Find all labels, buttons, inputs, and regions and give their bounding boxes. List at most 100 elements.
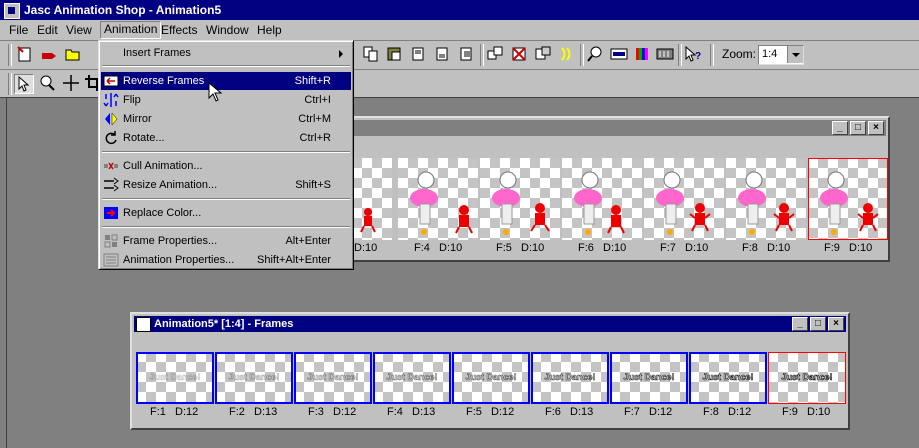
frames-window-top[interactable]: _ □ × D:10 F:4 D:10 F:5 D:10 F:6 D:10 F:… xyxy=(318,116,890,262)
view-animation-icon[interactable] xyxy=(610,45,628,63)
frame-thumbnail[interactable]: Just Dance! xyxy=(689,352,767,404)
frame-item[interactable]: Just Dance! F:8 D:12 xyxy=(689,352,767,426)
minimize-icon[interactable]: _ xyxy=(832,121,848,135)
menu-item-replace-color[interactable]: Replace Color... xyxy=(101,204,351,222)
menu-item-cull-animation[interactable]: Cull Animation... xyxy=(101,157,351,175)
menu-item-animation-properties[interactable]: Animation Properties... Shift+Alt+Enter xyxy=(101,251,351,269)
wizard-icon[interactable] xyxy=(40,45,58,63)
menu-item-rotate[interactable]: Rotate... Ctrl+R xyxy=(101,129,351,147)
frame-item[interactable]: Just Dance! F:1 D:12 xyxy=(136,352,214,426)
frame-item[interactable]: F:7 D:10 xyxy=(644,158,724,258)
document-icon[interactable] xyxy=(136,317,151,332)
text-effect-icon[interactable] xyxy=(558,45,576,63)
frame-item[interactable]: F:4 D:10 xyxy=(398,158,478,258)
menu-item-frame-properties[interactable]: Frame Properties... Alt+Enter xyxy=(101,232,351,250)
arrow-tool-icon[interactable] xyxy=(14,74,34,94)
menu-help[interactable]: Help xyxy=(254,23,285,37)
frame-item[interactable]: F:8 D:10 xyxy=(726,158,806,258)
frame-item[interactable]: Just Dance! F:7 D:12 xyxy=(610,352,688,426)
context-help-icon[interactable]: ? xyxy=(684,45,702,63)
chevron-down-icon[interactable] xyxy=(787,46,803,63)
paste-into-icon[interactable] xyxy=(458,45,476,63)
menu-file[interactable]: File xyxy=(6,23,31,37)
frame-thumbnail[interactable] xyxy=(398,158,478,240)
frame-text: Just Dance! xyxy=(149,372,201,383)
frame-thumbnail[interactable] xyxy=(480,158,560,240)
transition-icon[interactable] xyxy=(486,45,504,63)
frame-thumbnail[interactable]: Just Dance! xyxy=(531,352,609,404)
palette-icon[interactable] xyxy=(634,45,652,63)
frame-thumbnail[interactable]: Just Dance! xyxy=(610,352,688,404)
paste-before-icon[interactable] xyxy=(410,45,428,63)
frame-label: F:2 D:13 xyxy=(229,406,278,418)
frame-item[interactable]: Just Dance! F:5 D:12 xyxy=(452,352,530,426)
frame-item[interactable]: Just Dance! F:3 D:12 xyxy=(294,352,372,426)
frame-item[interactable]: F:6 D:10 xyxy=(562,158,642,258)
frame-label: F:3 D:12 xyxy=(308,406,357,418)
frame-label: F:9 D:10 xyxy=(824,242,873,254)
menu-animation[interactable]: Animation xyxy=(100,21,162,39)
menu-item-mirror[interactable]: Mirror Ctrl+M xyxy=(101,110,351,128)
frame-text: Just Dance! xyxy=(465,372,517,383)
app-icon[interactable] xyxy=(4,3,20,19)
frame-thumbnail[interactable]: Just Dance! xyxy=(215,352,293,404)
menu-item-flip[interactable]: Flip Ctrl+I xyxy=(101,91,351,109)
copy-icon[interactable] xyxy=(362,45,380,63)
menu-edit[interactable]: Edit xyxy=(34,23,61,37)
frame-graphic xyxy=(492,171,550,235)
frame-label: F:6 D:13 xyxy=(545,406,594,418)
frame-item[interactable]: F:9 D:10 xyxy=(808,158,888,258)
paste-after-icon[interactable] xyxy=(434,45,452,63)
frame-text: Just Dance! xyxy=(307,372,359,383)
frames-window-bottom[interactable]: Animation5* [1:4] - Frames _ □ × Just Da… xyxy=(130,312,850,430)
crosshair-tool-icon[interactable] xyxy=(62,74,80,92)
image-effect-icon[interactable] xyxy=(534,45,552,63)
menu-separator xyxy=(102,151,350,153)
menu-item-resize-animation[interactable]: Resize Animation... Shift+S xyxy=(101,176,351,194)
frame-item[interactable]: F:5 D:10 xyxy=(480,158,560,258)
frame-item[interactable]: Just Dance! F:2 D:13 xyxy=(215,352,293,426)
window-title-bar[interactable]: Animation5* [1:4] - Frames _ □ × xyxy=(134,316,846,332)
frame-thumbnail[interactable] xyxy=(808,158,888,240)
close-icon[interactable]: × xyxy=(828,317,844,331)
menu-window[interactable]: Window xyxy=(203,23,252,37)
new-icon[interactable] xyxy=(16,45,34,63)
frame-item[interactable]: Just Dance! F:9 D:10 xyxy=(768,352,846,426)
delete-frame-icon[interactable] xyxy=(510,45,528,63)
window-title-bar[interactable]: _ □ × xyxy=(322,120,886,136)
frame-label: F:1 D:12 xyxy=(150,406,199,418)
frame-thumbnail[interactable] xyxy=(644,158,724,240)
menu-item-insert-frames[interactable]: Insert Frames xyxy=(101,44,351,62)
zoom-select[interactable]: 1:4 xyxy=(758,45,804,65)
frame-view-icon[interactable] xyxy=(656,45,674,63)
frame-text: Just Dance! xyxy=(228,372,280,383)
toolbar-separator xyxy=(8,44,12,66)
maximize-icon[interactable]: □ xyxy=(810,317,826,331)
frame-graphic xyxy=(360,208,376,233)
frame-thumbnail[interactable]: Just Dance! xyxy=(452,352,530,404)
open-icon[interactable] xyxy=(64,45,82,63)
frame-thumbnail[interactable]: Just Dance! xyxy=(373,352,451,404)
frame-thumbnail[interactable] xyxy=(726,158,806,240)
close-icon[interactable]: × xyxy=(868,121,884,135)
frame-item[interactable]: Just Dance! F:4 D:13 xyxy=(373,352,451,426)
frame-item[interactable]: Just Dance! F:6 D:13 xyxy=(531,352,609,426)
menu-view[interactable]: View xyxy=(63,23,95,37)
minimize-icon[interactable]: _ xyxy=(792,317,808,331)
menu-effects[interactable]: Effects xyxy=(158,23,200,37)
mouse-cursor-icon xyxy=(208,82,222,102)
app-title-bar[interactable]: Jasc Animation Shop - Animation5 xyxy=(0,0,919,20)
frame-thumbnail[interactable]: Just Dance! xyxy=(136,352,214,404)
magnifier-icon[interactable] xyxy=(586,45,604,63)
paste-icon[interactable] xyxy=(386,45,404,63)
frame-thumbnail[interactable]: Just Dance! xyxy=(294,352,372,404)
frame-text: Just Dance! xyxy=(544,372,596,383)
zoom-tool-icon[interactable] xyxy=(38,74,56,92)
menu-item-reverse-frames[interactable]: Reverse Frames Shift+R xyxy=(101,72,351,90)
frame-thumbnail[interactable]: Just Dance! xyxy=(768,352,846,404)
frame-text: Just Dance! xyxy=(623,372,675,383)
maximize-icon[interactable]: □ xyxy=(850,121,866,135)
submenu-arrow-icon xyxy=(339,50,343,58)
cull-icon xyxy=(103,158,119,174)
frame-thumbnail[interactable] xyxy=(562,158,642,240)
